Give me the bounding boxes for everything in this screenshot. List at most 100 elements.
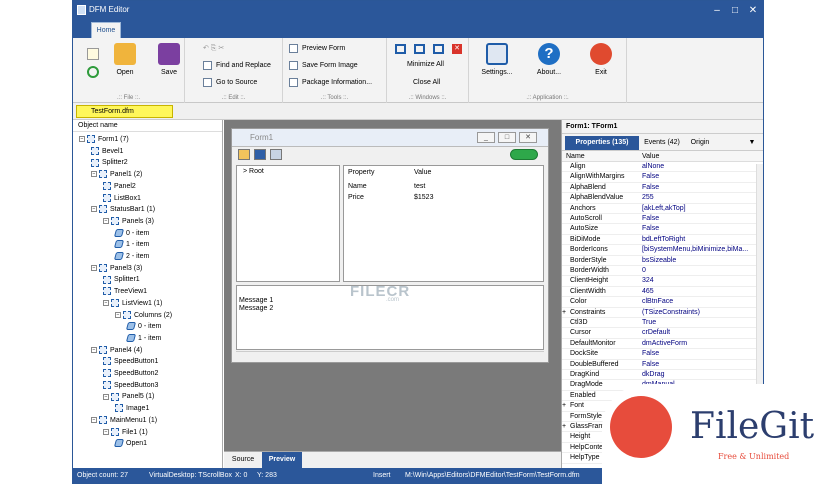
collapse-icon[interactable]: − xyxy=(103,428,109,435)
folder-icon[interactable] xyxy=(238,149,250,160)
tree-item[interactable]: Bevel1 xyxy=(91,146,123,157)
tile-vertical-icon[interactable] xyxy=(433,44,444,54)
tree-item[interactable]: SpeedButton1 xyxy=(103,356,158,367)
property-row[interactable]: + Constraints (TSizeConstraints) xyxy=(562,308,758,318)
floppy-icon[interactable] xyxy=(254,149,266,160)
property-value[interactable]: False xyxy=(642,360,659,370)
close-button[interactable]: ✕ xyxy=(745,4,761,17)
tab-testform[interactable]: TestForm.dfm xyxy=(76,105,173,118)
cascade-icon[interactable] xyxy=(395,44,406,54)
property-value[interactable]: 324 xyxy=(642,276,654,286)
property-row[interactable]: BorderIcons [biSystemMenu,biMinimize,biMa… xyxy=(562,245,758,256)
tile-horizontal-icon[interactable] xyxy=(414,44,425,54)
property-value[interactable]: False xyxy=(642,172,659,182)
collapse-icon[interactable]: − xyxy=(103,393,109,400)
tab-home[interactable]: Home xyxy=(91,22,121,38)
form-minimize-button[interactable]: _ xyxy=(477,132,495,143)
collapse-icon[interactable]: − xyxy=(91,264,97,271)
property-list[interactable]: Property Value Name test Price $1523 xyxy=(343,165,544,282)
property-row[interactable]: Align alNone xyxy=(562,162,758,173)
property-value[interactable]: 0 xyxy=(642,266,646,276)
tree-root[interactable]: > Root xyxy=(243,168,264,175)
tree-item[interactable]: 1 - item xyxy=(113,239,149,250)
chevron-down-icon[interactable]: ▼ xyxy=(746,136,758,150)
close-window-icon[interactable]: ✕ xyxy=(452,44,462,54)
tab-events[interactable]: Events (42) xyxy=(641,136,683,150)
property-value[interactable]: 465 xyxy=(642,287,654,297)
expand-icon[interactable]: + xyxy=(562,308,566,318)
property-row[interactable]: BorderWidth 0 xyxy=(562,266,758,277)
form-close-button[interactable]: ✕ xyxy=(519,132,537,143)
save-button[interactable]: Save xyxy=(149,43,189,76)
tree-item[interactable]: − Columns (2) xyxy=(115,310,172,321)
maximize-button[interactable]: □ xyxy=(727,4,743,17)
property-value[interactable]: dkDrag xyxy=(642,370,665,380)
property-row[interactable]: Color clBtnFace xyxy=(562,297,758,308)
property-row[interactable]: BorderStyle bsSizeable xyxy=(562,256,758,266)
collapse-icon[interactable]: − xyxy=(115,311,121,318)
undo-icon[interactable]: ↶ ⎘ ✂ xyxy=(203,43,224,55)
tree-item[interactable]: − File1 (1) xyxy=(103,427,148,438)
tree-item[interactable]: Panel2 xyxy=(103,181,136,192)
goto-source-button[interactable]: Go to Source xyxy=(203,77,257,89)
about-button[interactable]: ? About... xyxy=(529,43,569,76)
property-row[interactable]: ClientWidth 465 xyxy=(562,287,758,298)
tree-item[interactable]: − ListView1 (1) xyxy=(103,298,162,309)
property-row[interactable]: DragKind dkDrag xyxy=(562,370,758,381)
property-row[interactable]: AlphaBlendValue 255 xyxy=(562,193,758,204)
tab-preview[interactable]: Preview xyxy=(262,452,302,468)
tree-item[interactable]: − StatusBar1 (1) xyxy=(91,204,155,215)
property-row[interactable]: AlignWithMargins False xyxy=(562,172,758,183)
tree-item[interactable]: − Panel5 (1) xyxy=(103,391,154,402)
tree-item[interactable]: Splitter1 xyxy=(103,274,140,285)
property-value[interactable]: 255 xyxy=(642,193,654,203)
property-value[interactable]: alNone xyxy=(642,162,664,172)
property-row[interactable]: Ctl3D True xyxy=(562,318,758,329)
tree-item[interactable]: 2 - item xyxy=(113,251,149,262)
property-value[interactable]: [biSystemMenu,biMinimize,biMa... xyxy=(642,245,748,255)
save-form-image-button[interactable]: Save Form Image xyxy=(289,60,358,72)
property-row[interactable]: AutoSize False xyxy=(562,224,758,235)
tree-item[interactable]: − Form1 (7) xyxy=(79,134,129,145)
property-row[interactable]: AlphaBlend False xyxy=(562,183,758,194)
tree-item[interactable]: − Panel1 (2) xyxy=(91,169,142,180)
tree-view[interactable]: > Root xyxy=(236,165,340,282)
property-row[interactable]: DoubleBuffered False xyxy=(562,360,758,370)
expand-icon[interactable]: + xyxy=(562,401,566,411)
property-value[interactable]: (TSizeConstraints) xyxy=(642,308,700,318)
tree-item[interactable]: 0 - item xyxy=(125,321,161,332)
collapse-icon[interactable]: − xyxy=(91,416,97,423)
tree-item[interactable]: Splitter2 xyxy=(91,157,128,168)
collapse-icon[interactable]: − xyxy=(103,299,109,306)
property-value[interactable]: bdLeftToRight xyxy=(642,235,685,245)
collapse-icon[interactable]: − xyxy=(91,346,97,353)
property-row[interactable]: Cursor crDefault xyxy=(562,328,758,339)
property-row[interactable]: ClientHeight 324 xyxy=(562,276,758,287)
print-icon[interactable] xyxy=(270,149,282,160)
property-value[interactable]: False xyxy=(642,224,659,234)
settings-button[interactable]: Settings... xyxy=(477,43,517,76)
property-value[interactable]: dmActiveForm xyxy=(642,339,687,349)
property-row[interactable]: BiDiMode bdLeftToRight xyxy=(562,235,758,246)
exit-button[interactable]: Exit xyxy=(581,43,621,76)
expand-icon[interactable]: + xyxy=(562,422,566,432)
tree-item[interactable]: Image1 xyxy=(115,403,149,414)
minimize-all-button[interactable]: Minimize All xyxy=(407,59,444,71)
tree-item[interactable]: 1 - item xyxy=(125,333,161,344)
new-icon[interactable] xyxy=(87,48,99,60)
property-value[interactable]: bsSizeable xyxy=(642,256,676,266)
tree-item[interactable]: − Panel4 (4) xyxy=(91,345,142,356)
property-row[interactable]: Anchors [akLeft,akTop] xyxy=(562,204,758,214)
collapse-icon[interactable]: − xyxy=(79,136,85,143)
property-value[interactable]: [akLeft,akTop] xyxy=(642,204,686,214)
collapse-icon[interactable]: − xyxy=(103,218,109,225)
property-row[interactable]: AutoScroll False xyxy=(562,214,758,225)
tree-item[interactable]: SpeedButton2 xyxy=(103,368,158,379)
tree-item[interactable]: − MainMenu1 (1) xyxy=(91,415,157,426)
tab-origin[interactable]: Origin xyxy=(683,136,717,150)
refresh-icon[interactable] xyxy=(87,66,99,78)
property-value[interactable]: clBtnFace xyxy=(642,297,673,307)
collapse-icon[interactable]: − xyxy=(91,206,97,213)
property-value[interactable]: False xyxy=(642,214,659,224)
tree-item[interactable]: ListBox1 xyxy=(103,193,141,204)
